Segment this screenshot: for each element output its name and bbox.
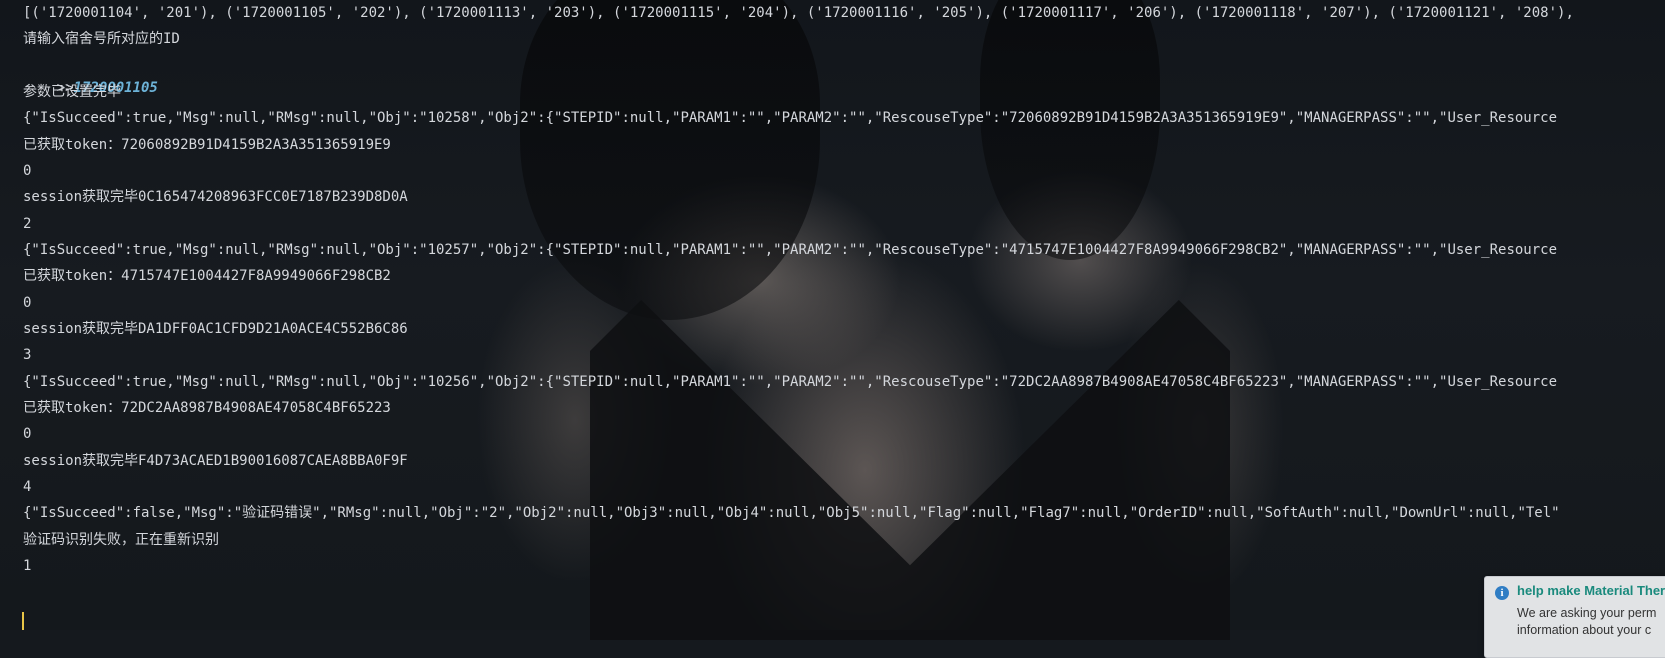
console-line: session获取完毕DA1DFF0AC1CFD9D21A0ACE4C552B6… (23, 321, 408, 337)
console-line: {"IsSucceed":true,"Msg":null,"RMsg":null… (23, 374, 1558, 390)
console-line: 参数已设置完毕 (23, 84, 121, 100)
console-line: session获取完毕0C165474208963FCC0E7187B239D8… (23, 189, 408, 205)
notification-title: help make Material Ther (1517, 583, 1665, 598)
console-line: 0 (23, 163, 32, 179)
console-line: 已获取token：4715747E1004427F8A9949066F298CB… (23, 268, 391, 284)
console-line: session获取完毕F4D73ACAED1B90016087CAEA8BBA0… (23, 453, 408, 469)
console-line: 4 (23, 479, 32, 495)
console-line: 0 (23, 295, 32, 311)
console-line: 验证码识别失败，正在重新识别 (23, 532, 219, 548)
console-line: 0 (23, 426, 32, 442)
console-line: 已获取token：72060892B91D4159B2A3A351365919E… (23, 137, 391, 153)
console-line: 1 (23, 558, 32, 574)
info-icon: i (1495, 586, 1509, 600)
console-line: 3 (23, 347, 32, 363)
run-console-output[interactable]: [('1720001104', '201'), ('1720001105', '… (0, 0, 1665, 630)
console-line: {"IsSucceed":true,"Msg":null,"RMsg":null… (23, 110, 1558, 126)
notification-body-line: We are asking your perm (1517, 606, 1657, 620)
console-input-line: >>1720001105 (23, 55, 158, 96)
console-line: 已获取token：72DC2AA8987B4908AE47058C4BF6522… (23, 400, 391, 416)
text-cursor (22, 612, 24, 630)
console-line: [('1720001104', '201'), ('1720001105', '… (23, 5, 1574, 21)
notification-body: We are asking your perm information abou… (1517, 605, 1656, 639)
console-line: {"IsSucceed":true,"Msg":null,"RMsg":null… (23, 242, 1558, 258)
console-line: 请输入宿舍号所对应的ID (23, 31, 180, 47)
console-line: 2 (23, 216, 32, 232)
notification-balloon[interactable]: i help make Material Ther We are asking … (1484, 576, 1665, 658)
notification-body-line: information about your c (1517, 623, 1652, 637)
console-line: {"IsSucceed":false,"Msg":"验证码错误","RMsg":… (23, 505, 1560, 521)
